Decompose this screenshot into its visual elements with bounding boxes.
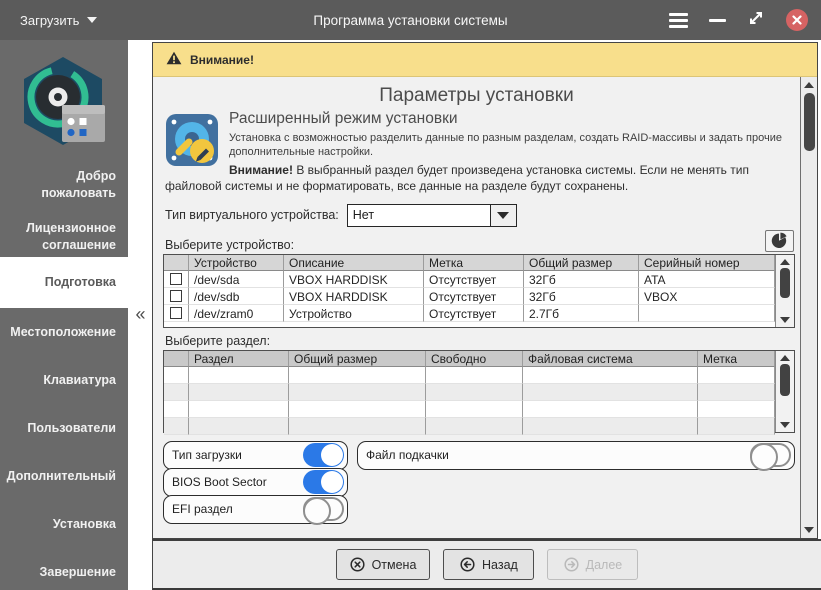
mode-description: Установка с возможностью разделить данны… [229, 132, 783, 159]
sidebar-item-license[interactable]: Лицензионное соглашение [0, 217, 128, 257]
partition-table-header: Раздел Общий размер Свободно Файловая си… [164, 350, 775, 367]
sidebar-item-preparation[interactable]: Подготовка [0, 257, 128, 308]
expand-icon[interactable] [747, 9, 765, 32]
swap-file-toggle[interactable] [750, 443, 791, 472]
sidebar-item-installation[interactable]: Установка [0, 500, 128, 548]
sidebar-item-location[interactable]: Местоположение [0, 308, 128, 356]
device-section-label: Выберите устройство: [165, 237, 295, 252]
load-menu-label: Загрузить [20, 12, 80, 28]
scroll-thumb[interactable] [803, 93, 815, 151]
partition-section-label: Выберите раздел: [165, 333, 271, 348]
close-icon[interactable] [786, 9, 808, 31]
bios-boot-row: BIOS Boot Sector [163, 467, 348, 497]
device-checkbox[interactable] [170, 289, 182, 302]
device-section-header: Выберите устройство: [165, 229, 795, 252]
partition-table-empty-row [164, 400, 775, 418]
scroll-down-icon[interactable] [780, 316, 790, 323]
titlebar: Загрузить Программа установки системы [0, 0, 821, 40]
cancel-button[interactable]: Отмена [335, 549, 431, 580]
device-row-sdb[interactable]: /dev/sdb VBOX HARDDISK Отсутствует 32Гб … [164, 287, 775, 305]
sidebar-item-keyboard[interactable]: Клавиатура [0, 356, 128, 404]
boot-toggles-group: Тип загрузки BIOS Boot Sector EFI раздел [163, 440, 348, 526]
device-table-header: Устройство Описание Метка Общий размер С… [164, 254, 775, 271]
device-checkbox[interactable] [170, 272, 182, 285]
disk-edit-icon [165, 112, 219, 173]
installer-logo [0, 40, 128, 160]
load-menu-button[interactable]: Загрузить [20, 12, 98, 28]
partition-section-header: Выберите раздел: [165, 334, 795, 348]
scroll-up-icon[interactable] [804, 82, 814, 88]
install-mode-block: Расширенный режим установки Установка с … [165, 110, 786, 195]
mode-warning-bold: Внимание! [229, 162, 293, 177]
main-panel: Внимание! Параметры установки Расширенны… [152, 42, 818, 539]
device-table-scrollbar[interactable] [775, 254, 794, 327]
toggles-section: Тип загрузки BIOS Boot Sector EFI раздел [163, 440, 795, 526]
partition-table: Раздел Общий размер Свободно Файловая си… [163, 349, 795, 435]
mode-warning: Внимание! В выбранный раздел будет произ… [165, 162, 786, 195]
scroll-down-icon[interactable] [780, 421, 790, 428]
swap-file-label: Файл подкачки [366, 448, 449, 463]
virtual-device-row: Тип виртуального устройства: Нет [165, 203, 800, 227]
chevron-down-icon [497, 211, 510, 219]
cancel-label: Отмена [371, 557, 417, 572]
sidebar-item-users[interactable]: Пользователи [0, 404, 128, 452]
footer: Отмена Назад Далее [152, 539, 821, 590]
sidebar: Добро пожаловать Лицензионное соглашение… [0, 40, 128, 590]
next-circle-icon [564, 557, 579, 572]
warning-banner: Внимание! [153, 43, 817, 77]
pie-chart-icon [771, 232, 787, 249]
scroll-thumb[interactable] [780, 363, 790, 396]
scroll-up-icon[interactable] [780, 258, 790, 265]
scroll-thumb[interactable] [780, 267, 790, 298]
menu-icon[interactable] [669, 12, 688, 28]
partition-table-empty-row [164, 383, 775, 401]
virtual-device-value: Нет [352, 207, 375, 222]
mode-title: Расширенный режим установки [229, 110, 458, 127]
combo-dropdown-button[interactable] [489, 204, 516, 226]
chevron-down-icon [87, 17, 98, 23]
efi-toggle[interactable] [303, 497, 344, 526]
boot-type-toggle[interactable] [303, 443, 344, 468]
scroll-up-icon[interactable] [780, 354, 790, 361]
efi-label: EFI раздел [172, 502, 233, 517]
boot-type-label: Тип загрузки [172, 448, 242, 463]
disk-usage-button[interactable] [765, 229, 794, 252]
virtual-device-select[interactable]: Нет [346, 203, 517, 227]
device-row-sda[interactable]: /dev/sda VBOX HARDDISK Отсутствует 32Гб … [164, 270, 775, 288]
minimize-icon[interactable] [709, 18, 726, 22]
window-controls [669, 9, 808, 32]
efi-row: EFI раздел [163, 494, 348, 526]
partition-table-empty-row [164, 417, 775, 435]
sidebar-item-finish[interactable]: Завершение [0, 548, 128, 590]
sidebar-item-welcome[interactable]: Добро пожаловать [0, 165, 128, 205]
back-button[interactable]: Назад [443, 549, 535, 580]
boot-type-row: Тип загрузки [163, 440, 348, 470]
warning-banner-text: Внимание! [190, 52, 254, 67]
page-title: Параметры установки [379, 85, 574, 106]
content-area: Параметры установки Расширенный режим ус… [153, 77, 800, 538]
installer-window: Загрузить Программа установки системы До… [0, 0, 821, 590]
bios-boot-label: BIOS Boot Sector [172, 475, 267, 490]
sidebar-collapse-chevron[interactable]: « [130, 302, 151, 326]
bios-boot-toggle[interactable] [303, 470, 344, 495]
device-row-zram0[interactable]: /dev/zram0 Устройство Отсутствует 2.7Гб [164, 304, 775, 322]
next-label: Далее [585, 557, 623, 572]
back-circle-icon [460, 557, 475, 572]
partition-table-scrollbar[interactable] [775, 350, 794, 432]
main-scrollbar[interactable] [800, 77, 817, 538]
device-table: Устройство Описание Метка Общий размер С… [163, 253, 795, 328]
back-label: Назад [482, 557, 518, 572]
next-button[interactable]: Далее [547, 549, 639, 580]
partition-table-empty-row [164, 366, 775, 384]
sidebar-item-additional[interactable]: Дополнительный [0, 452, 128, 500]
warning-triangle-icon [166, 51, 182, 68]
scroll-down-icon[interactable] [804, 527, 814, 533]
virtual-device-label: Тип виртуального устройства: [165, 208, 339, 223]
device-checkbox[interactable] [170, 306, 182, 319]
swap-file-row: Файл подкачки [357, 440, 795, 472]
cancel-circle-icon [350, 557, 365, 572]
